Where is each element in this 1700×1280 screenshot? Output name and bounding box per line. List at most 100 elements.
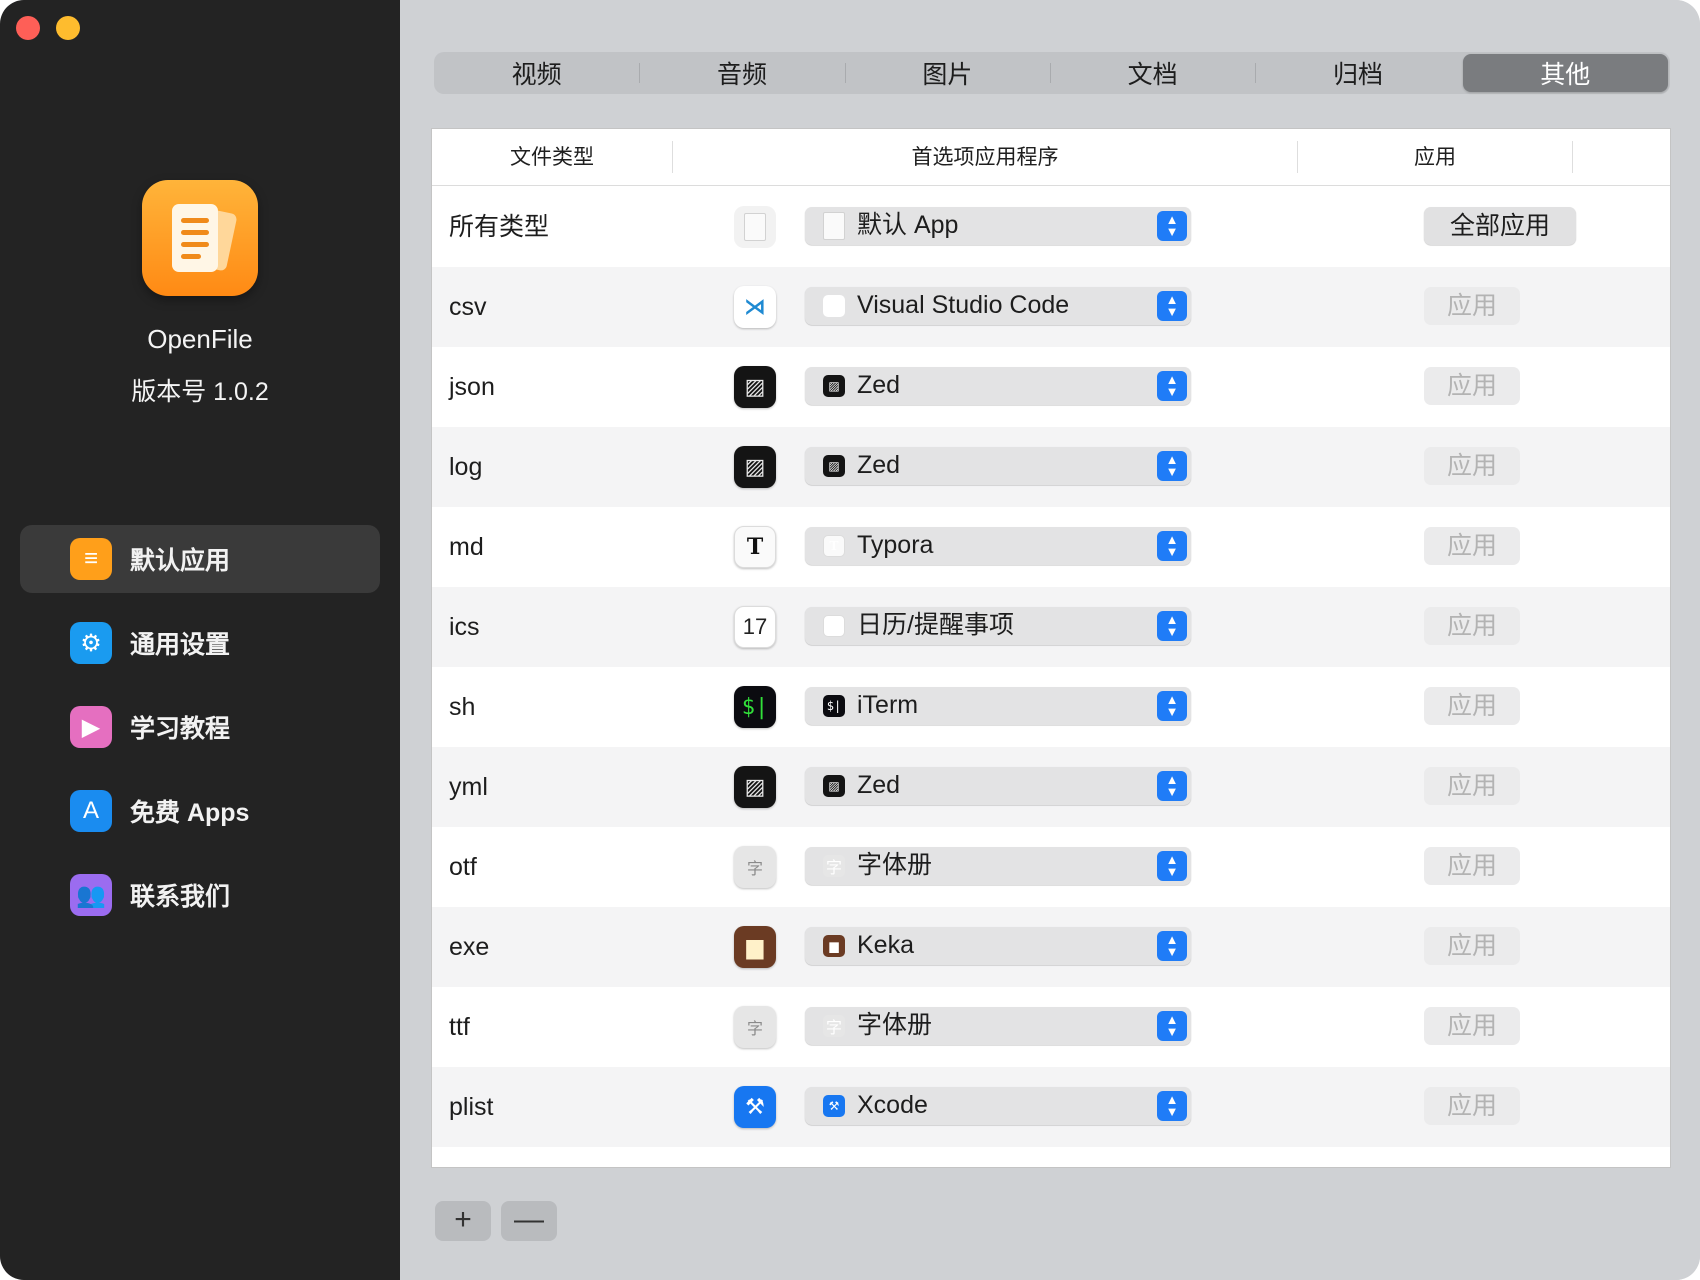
app-select-popup[interactable]: ▨ Zed ▲ ▼ <box>805 367 1191 405</box>
tab-0[interactable]: 视频 <box>434 52 639 94</box>
sidebar-item-label: 学习教程 <box>130 715 231 743</box>
apply-all-button[interactable]: 全部应用 <box>1424 207 1576 245</box>
font-book-icon: 字 <box>823 855 845 877</box>
app-select-popup[interactable]: T Typora ▲ ▼ <box>805 527 1191 565</box>
app-version: 版本号 1.0.2 <box>131 378 269 406</box>
chevron-up-down-icon[interactable]: ▲ ▼ <box>1157 1011 1187 1041</box>
app-select-popup[interactable]: 字字体册 ▲ ▼ <box>805 1007 1191 1045</box>
calendar-icon: 17 <box>734 606 776 648</box>
chevron-up-down-icon[interactable]: ▲ ▼ <box>1157 531 1187 561</box>
column-header-file-type[interactable]: 文件类型 <box>432 129 672 186</box>
xcode-icon: ⚒ <box>823 1095 845 1117</box>
apply-button[interactable]: 应用 <box>1424 607 1520 645</box>
sidebar-item-4[interactable]: 👥 联系我们 <box>20 861 380 929</box>
sidebar-item-1[interactable]: ⚙ 通用设置 <box>20 609 380 677</box>
app-select-label: 字体册 <box>857 1011 933 1039</box>
app-select-popup[interactable]: ▨ Zed ▲ ▼ <box>805 767 1191 805</box>
tab-4[interactable]: 归档 <box>1255 52 1460 94</box>
chevron-up-down-icon[interactable]: ▲ ▼ <box>1157 451 1187 481</box>
sidebar-item-label: 免费 Apps <box>130 799 250 827</box>
blank-document-icon <box>823 215 845 237</box>
app-select-label: 日历/提醒事项 <box>857 611 1014 639</box>
chevron-up-down-icon[interactable]: ▲ ▼ <box>1157 931 1187 961</box>
add-button[interactable]: + <box>435 1201 491 1241</box>
apply-button[interactable]: 应用 <box>1424 1087 1520 1125</box>
chevron-up-down-icon[interactable]: ▲ ▼ <box>1157 371 1187 401</box>
typora-icon: T <box>823 535 845 557</box>
zed-icon: ▨ <box>823 375 845 397</box>
chevron-up-down-icon[interactable]: ▲ ▼ <box>1157 771 1187 801</box>
table-row: otf 字字字体册 ▲ ▼ 应用 <box>432 827 1670 907</box>
tab-3[interactable]: 文档 <box>1049 52 1255 94</box>
iterm-icon: $| <box>823 695 845 717</box>
sidebar-item-3[interactable]: A 免费 Apps <box>20 777 380 845</box>
remove-button[interactable]: — <box>501 1201 557 1241</box>
chevron-up-down-icon[interactable]: ▲ ▼ <box>1157 691 1187 721</box>
table-row: plist ⚒ ⚒ Xcode ▲ ▼ 应用 <box>432 1067 1670 1147</box>
column-header-preferred-app[interactable]: 首选项应用程序 <box>673 129 1297 186</box>
close-window-button[interactable] <box>16 16 40 40</box>
table-row: csv ⋊ ⋊ Visual Studio Code ▲ ▼ 应用 <box>432 267 1670 347</box>
tab-1[interactable]: 音频 <box>639 52 844 94</box>
vscode-icon: ⋊ <box>734 286 776 328</box>
font-book-icon: 字 <box>823 1015 845 1037</box>
zed-icon: ▨ <box>823 775 845 797</box>
file-type-label: ics <box>449 613 480 641</box>
app-select-popup[interactable]: ▆ Keka ▲ ▼ <box>805 927 1191 965</box>
calendar-icon: 17 <box>823 615 845 637</box>
category-tabs: 视频 音频 图片 文档 归档 其他 <box>434 52 1670 94</box>
apply-button[interactable]: 应用 <box>1424 447 1520 485</box>
app-select-popup[interactable]: 字字体册 ▲ ▼ <box>805 847 1191 885</box>
main-panel: 视频 音频 图片 文档 归档 其他 文件类型 首选项应用程序 应用 所有类型 默认 App ▲… <box>400 0 1700 1280</box>
zed-icon: ▨ <box>734 446 776 488</box>
column-header-apply[interactable]: 应用 <box>1298 129 1572 186</box>
app-select-popup[interactable]: 17 日历/提醒事项 ▲ ▼ <box>805 607 1191 645</box>
vscode-icon: ⋊ <box>823 295 845 317</box>
chevron-up-down-icon[interactable]: ▲ ▼ <box>1157 851 1187 881</box>
file-type-label: json <box>449 373 495 401</box>
apply-button[interactable]: 应用 <box>1424 1007 1520 1045</box>
chevron-up-down-icon[interactable]: ▲ ▼ <box>1157 611 1187 641</box>
file-type-label: csv <box>449 293 487 321</box>
apply-button[interactable]: 应用 <box>1424 287 1520 325</box>
chevron-up-down-icon[interactable]: ▲ ▼ <box>1157 1091 1187 1121</box>
gear-icon: ⚙ <box>70 622 112 664</box>
apply-button[interactable]: 应用 <box>1424 687 1520 725</box>
tab-2[interactable]: 图片 <box>844 52 1050 94</box>
apply-button[interactable]: 应用 <box>1424 847 1520 885</box>
app-select-popup[interactable]: ⋊ Visual Studio Code ▲ ▼ <box>805 287 1191 325</box>
minimize-window-button[interactable] <box>56 16 80 40</box>
typora-icon: T <box>734 526 776 568</box>
apply-button[interactable]: 应用 <box>1424 767 1520 805</box>
apply-button[interactable]: 应用 <box>1424 927 1520 965</box>
app-select-popup[interactable]: ⚒ Xcode ▲ ▼ <box>805 1087 1191 1125</box>
apply-button[interactable]: 应用 <box>1424 527 1520 565</box>
app-select-label: Zed <box>857 771 901 799</box>
chevron-up-down-icon[interactable]: ▲ ▼ <box>1157 211 1187 241</box>
app-select-label: Keka <box>857 931 914 959</box>
chevron-up-down-icon[interactable]: ▲ ▼ <box>1157 291 1187 321</box>
app-select-popup[interactable]: $| iTerm ▲ ▼ <box>805 687 1191 725</box>
app-select-label: iTerm <box>857 691 919 719</box>
app-select-label: 字体册 <box>857 851 933 879</box>
table-row: ttf 字字字体册 ▲ ▼ 应用 <box>432 987 1670 1067</box>
app-select-label: Zed <box>857 451 901 479</box>
table-row: ics 17 17 日历/提醒事项 ▲ ▼ 应用 <box>432 587 1670 667</box>
app-select-label: Zed <box>857 371 901 399</box>
sidebar-item-2[interactable]: ▶ 学习教程 <box>20 693 380 761</box>
app-select-popup[interactable]: ▨ Zed ▲ ▼ <box>805 447 1191 485</box>
font-book-icon: 字 <box>734 1006 776 1048</box>
tab-5[interactable]: 其他 <box>1462 54 1668 92</box>
table-header: 文件类型 首选项应用程序 应用 <box>432 129 1670 186</box>
app-select-popup[interactable]: 默认 App ▲ ▼ <box>805 207 1191 245</box>
sidebar-item-0[interactable]: ≡ 默认应用 <box>20 525 380 593</box>
app-store-icon: A <box>70 790 112 832</box>
file-type-label: 所有类型 <box>449 213 550 241</box>
zed-icon: ▨ <box>734 766 776 808</box>
sidebar: OpenFile 版本号 1.0.2 ≡ 默认应用 ⚙ 通用设置 ▶ 学习教程 A 免费 Ap… <box>0 0 400 1280</box>
document-icon: ≡ <box>70 538 112 580</box>
keka-icon: ▆ <box>734 926 776 968</box>
apply-button[interactable]: 应用 <box>1424 367 1520 405</box>
file-type-label: exe <box>449 933 490 961</box>
video-icon: ▶ <box>70 706 112 748</box>
